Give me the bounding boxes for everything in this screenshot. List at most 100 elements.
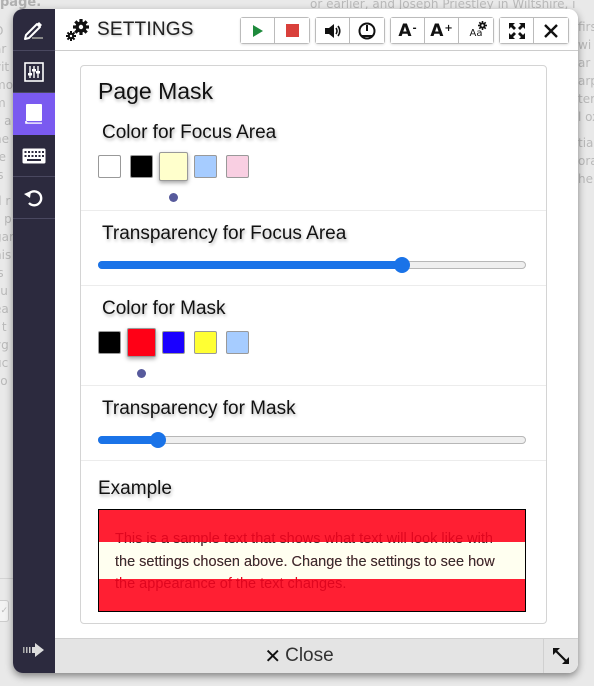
keyboard-icon	[22, 148, 46, 163]
background-text-line: yg	[0, 338, 9, 352]
sidebar-item-reset[interactable]	[13, 177, 55, 219]
background-text-line: her	[578, 172, 594, 186]
resize-diagonal-icon	[553, 648, 569, 664]
background-text-line: is	[0, 266, 4, 280]
play-button[interactable]	[241, 18, 275, 43]
background-text-line: su	[0, 284, 8, 298]
mask-color-swatches	[98, 328, 258, 357]
sidebar-item-pencil[interactable]	[13, 9, 55, 51]
sidebar-item-book[interactable]	[13, 93, 55, 135]
background-checkbox: ✓	[0, 600, 9, 622]
mask-color-swatch-2[interactable]	[127, 328, 156, 357]
resize-button[interactable]	[543, 639, 578, 673]
focus-transparency-slider[interactable]	[98, 257, 526, 273]
background-text-line: mo	[0, 78, 14, 92]
minus-icon: -	[412, 23, 417, 34]
background-text-line: vit	[0, 60, 10, 74]
background-text-line: m	[0, 94, 14, 112]
background-text-line: uc	[0, 356, 9, 370]
mask-transparency-label: Transparency for Mask	[102, 398, 296, 419]
decrease-font-button[interactable]: A-	[391, 18, 425, 43]
volume-button[interactable]	[316, 18, 350, 43]
collapse-arrow-icon	[23, 643, 44, 657]
mask-color-swatch-3[interactable]	[162, 331, 185, 354]
background-text-line: s a	[0, 114, 12, 128]
background-text-line: ea	[0, 302, 9, 316]
background-text-line: wi	[578, 38, 592, 52]
background-text-line	[0, 184, 14, 192]
header-title: SETTINGS	[65, 18, 194, 42]
sidebar-item-keyboard[interactable]	[13, 135, 55, 177]
slider-fill	[98, 261, 402, 269]
background-text-line: his	[0, 248, 12, 262]
focus-color-swatches	[98, 152, 258, 181]
background-text-line: re	[0, 150, 7, 164]
settings-widget: SETTINGS A - A + Aa Page Mask Color for …	[13, 9, 578, 673]
mask-transparency-section: Transparency for Mask	[81, 386, 546, 461]
background-text-line: 's	[0, 168, 4, 182]
increase-font-button[interactable]: A +	[425, 18, 459, 43]
reset-icon	[24, 189, 43, 206]
window-group	[499, 17, 569, 44]
slider-fill	[98, 436, 158, 444]
mask-color-swatch-4[interactable]	[194, 331, 217, 354]
focus-color-selected-indicator	[169, 193, 178, 202]
focus-color-swatch-4[interactable]	[194, 155, 217, 178]
mask-color-swatch-5[interactable]	[226, 331, 249, 354]
background-text-line: d r	[0, 194, 11, 208]
speedometer-icon	[358, 22, 376, 39]
pencil-icon	[24, 21, 43, 40]
background-text-line	[578, 126, 594, 134]
focus-color-swatch-5[interactable]	[226, 155, 249, 178]
x-icon: ✕	[264, 644, 282, 668]
playback-group	[240, 17, 310, 44]
background-text-line: s p	[0, 212, 12, 226]
focus-color-swatch-1[interactable]	[98, 155, 121, 178]
background-divider	[0, 578, 14, 579]
mask-transparency-slider[interactable]	[98, 432, 526, 448]
close-widget-button[interactable]	[534, 18, 568, 43]
background-text-line: arp	[578, 74, 594, 88]
focus-color-swatch-3[interactable]	[159, 152, 188, 181]
page-mask-panel: Page Mask Color for Focus Area Transpare…	[80, 65, 547, 624]
background-text-line: ora	[578, 154, 594, 168]
close-icon	[544, 23, 558, 38]
focus-color-swatch-2[interactable]	[130, 155, 153, 178]
slider-thumb[interactable]	[149, 432, 166, 448]
audio-group	[315, 17, 385, 44]
header: SETTINGS A - A + Aa	[55, 9, 578, 51]
focus-transparency-section: Transparency for Focus Area	[81, 211, 546, 286]
background-text-line: / t	[0, 320, 7, 334]
mask-color-label: Color for Mask	[102, 298, 226, 319]
focus-color-label: Color for Focus Area	[102, 122, 277, 143]
plus-icon: +	[444, 23, 453, 34]
volume-icon	[324, 23, 341, 38]
background-text-line: O	[0, 22, 14, 40]
slider-thumb[interactable]	[393, 257, 410, 273]
background-text-line: tial	[578, 136, 594, 150]
example-preview: This is a sample text that shows what te…	[98, 509, 526, 612]
close-label: Close	[285, 645, 334, 666]
sidebar	[13, 9, 55, 673]
font-decrease-letter: A	[398, 20, 412, 41]
background-text-line: ter	[578, 92, 594, 106]
expand-icon	[508, 22, 525, 39]
play-icon	[252, 24, 263, 37]
collapse-sidebar-button[interactable]	[13, 635, 55, 665]
background-text-line: firs	[578, 20, 594, 34]
sidebar-item-sliders[interactable]	[13, 51, 55, 93]
background-text-line: he	[0, 132, 9, 146]
font-settings-button[interactable]: Aa	[459, 18, 493, 43]
fullscreen-button[interactable]	[500, 18, 534, 43]
footer: ✕ Close	[55, 638, 578, 673]
font-gear-icon	[478, 21, 487, 30]
stop-button[interactable]	[275, 18, 309, 43]
close-button[interactable]: ✕ Close	[55, 639, 543, 673]
sliders-icon	[24, 61, 44, 82]
speed-button[interactable]	[350, 18, 384, 43]
background-text-line: ar	[578, 56, 591, 70]
background-text-line: l ox	[578, 110, 594, 124]
focus-transparency-label: Transparency for Focus Area	[102, 223, 347, 244]
stop-icon	[285, 24, 299, 37]
mask-color-swatch-1[interactable]	[98, 331, 121, 354]
